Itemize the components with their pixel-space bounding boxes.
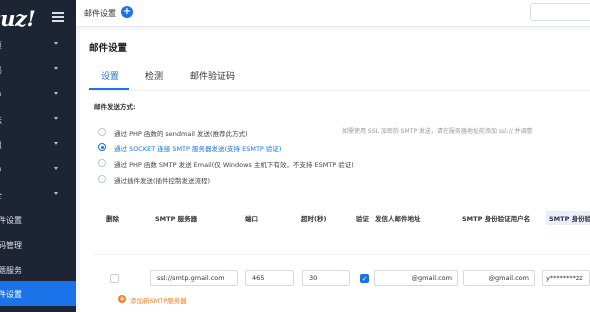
add-shortcut-button[interactable]: + — [121, 6, 133, 18]
column-header-auth: 验证 — [356, 215, 369, 223]
plus-icon: + — [118, 295, 126, 303]
column-header-timeout: 超时(秒) — [301, 215, 327, 223]
smtp-server-input[interactable]: ssl://smtp.gmail.com — [150, 270, 238, 286]
sidebar-item-label: 户 — [0, 90, 2, 101]
option-label: 通过 PHP 函数 SMTP 发送 Email(仅 Windows 主机下有效，… — [114, 161, 354, 169]
sidebar-item-security[interactable]: 全 — [0, 182, 76, 207]
radio-button[interactable] — [98, 159, 106, 167]
sidebar-item-account[interactable]: 户 — [0, 157, 76, 182]
column-header-auth-password: SMTP 身份验 — [546, 211, 590, 225]
chevron-down-icon — [54, 92, 58, 95]
sidebar-item-forum[interactable]: 坛 — [0, 107, 76, 132]
sidebar-item-label: 局 — [0, 65, 2, 76]
timeout-input[interactable]: 30 — [302, 270, 350, 286]
radio-button[interactable] — [98, 143, 106, 151]
radio-button[interactable] — [98, 175, 106, 183]
auth-username-input[interactable]: @gmail.com — [463, 270, 535, 286]
breadcrumb: 邮件设置 — [84, 9, 116, 18]
top-header: 邮件设置 + — [76, 0, 590, 27]
from-address-input[interactable]: @gmail.com — [374, 270, 458, 286]
tab-test[interactable]: 检测 — [145, 69, 163, 82]
auth-password-input[interactable]: y********zz — [542, 270, 590, 286]
chevron-down-icon — [54, 192, 58, 195]
main-panel: 邮件设置 设置 检测 邮件验证码 邮件发送方式: 通过 PHP 函数的 send… — [80, 30, 590, 312]
chevron-down-icon — [54, 42, 58, 45]
column-header-port: 端口 — [245, 215, 258, 223]
tab-bar: 设置 检测 邮件验证码 — [80, 66, 590, 90]
section-label: 邮件发送方式: — [94, 103, 136, 111]
chevron-down-icon — [54, 142, 58, 145]
chevron-down-icon — [54, 117, 58, 120]
chevron-down-icon — [54, 167, 58, 170]
column-header-from-address: 发信人邮件地址 — [375, 215, 421, 223]
search-input[interactable] — [530, 3, 590, 21]
sidebar-item-user[interactable]: 户 — [0, 82, 76, 107]
sidebar-subitem-label: 件设置 — [0, 290, 22, 299]
sidebar-subitem-label: 件设置 — [0, 216, 22, 225]
page-title: 邮件设置 — [89, 43, 128, 54]
sidebar-item-group[interactable]: 组 — [0, 132, 76, 157]
option-label: 通过插件发送(插件控制发送流程) — [114, 177, 211, 185]
ssl-hint-text: 如需使用 SSL 加密的 SMTP 发送，请在服务器地址前添加 ssl:// 并… — [342, 128, 533, 135]
divider — [89, 90, 590, 91]
column-header-auth-username: SMTP 身份验证用户名 — [462, 215, 531, 223]
sidebar-item-home[interactable]: 页 — [0, 32, 76, 57]
sidebar: cuz! 页 局 户 坛 组 户 全 件设置 码管理 题服务 件设置 — [0, 0, 76, 312]
sidebar-item-label: 坛 — [0, 115, 2, 126]
logo: cuz! — [0, 6, 36, 31]
sidebar-subitem-code-management[interactable]: 码管理 — [0, 232, 76, 257]
sidebar-subitem-mail-settings[interactable]: 件设置 — [0, 207, 76, 232]
port-input[interactable]: 465 — [245, 270, 294, 286]
option-label: 通过 SOCKET 连接 SMTP 服务器发送(支持 ESMTP 验证) — [114, 145, 282, 153]
chevron-down-icon — [54, 67, 58, 70]
sidebar-subitem-question-service[interactable]: 题服务 — [0, 257, 76, 282]
sidebar-subitem-active[interactable]: 件设置 — [0, 281, 76, 306]
option-label: 通过 PHP 函数的 sendmail 发送(推荐此方式) — [114, 130, 248, 138]
add-smtp-server-label: 添加新SMTP服务器 — [130, 297, 187, 305]
tab-settings[interactable]: 设置 — [101, 69, 119, 82]
sidebar-subitem-label: 题服务 — [0, 266, 22, 275]
sidebar-item-label: 页 — [0, 40, 2, 51]
tab-mail-verification-code[interactable]: 邮件验证码 — [190, 69, 235, 82]
radio-button[interactable] — [98, 128, 106, 136]
sidebar-item-label: 全 — [0, 190, 2, 201]
column-header-smtp-server: SMTP 服务器 — [155, 215, 198, 223]
delete-checkbox[interactable] — [110, 274, 119, 283]
sidebar-item-label: 组 — [0, 140, 2, 151]
sidebar-item-label: 户 — [0, 165, 2, 176]
sidebar-subitem-label: 码管理 — [0, 241, 22, 250]
column-header-delete: 删除 — [106, 215, 119, 223]
sidebar-item-global[interactable]: 局 — [0, 57, 76, 82]
auth-checkbox[interactable]: ✓ — [360, 274, 369, 283]
table-divider — [94, 254, 590, 255]
menu-toggle-icon[interactable] — [52, 12, 64, 22]
